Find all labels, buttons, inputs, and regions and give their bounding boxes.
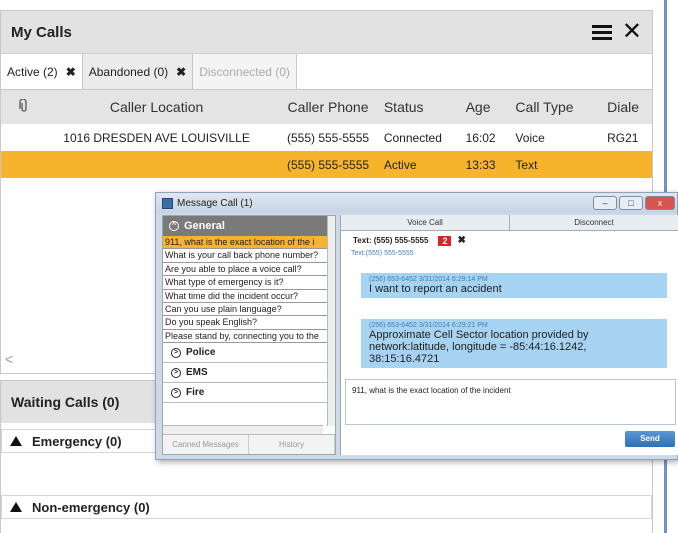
- cell-phone: (555) 555-5555: [286, 130, 370, 145]
- category-fire-label: Fire: [186, 387, 205, 399]
- tab-disconnected[interactable]: Disconnected (0): [193, 54, 297, 89]
- category-ems[interactable]: > EMS: [163, 363, 335, 384]
- conversation-tab[interactable]: Text: (555) 555-5555 2 ✖: [341, 231, 678, 250]
- message-bubble: (256) 653-6452 3/31/2014 6:29:21 PM Appr…: [361, 319, 667, 368]
- horizontal-scrollbar[interactable]: [163, 425, 323, 434]
- my-calls-header: My Calls ✕: [1, 11, 652, 54]
- window-app-icon: [162, 197, 173, 209]
- window-close-icon[interactable]: x: [645, 196, 675, 210]
- category-police[interactable]: > Police: [163, 343, 335, 364]
- category-police-label: Police: [186, 347, 216, 359]
- cell-dialer: RG21: [607, 130, 639, 145]
- emergency-group-label: Emergency (0): [32, 433, 122, 449]
- message-window-titlebar[interactable]: Message Call (1) – □ x: [156, 193, 677, 213]
- cell-type: Text: [515, 157, 538, 172]
- col-age[interactable]: Age: [466, 99, 516, 115]
- left-bottom-tabs: Canned Messages History: [163, 434, 335, 454]
- canned-messages-panel: ^ General 911, what is the exact locatio…: [162, 215, 336, 455]
- table-row[interactable]: (555) 555-5555 Active 13:33 Text: [1, 151, 652, 178]
- message-text: I want to report an accident: [369, 283, 502, 295]
- cell-status: Active: [383, 157, 417, 172]
- cell-status: Connected: [383, 130, 442, 145]
- canned-message-item[interactable]: What time did the incident occur?: [163, 290, 335, 303]
- waiting-calls-title: Waiting Calls (0): [11, 394, 120, 410]
- conversation-close-icon[interactable]: ✖: [457, 235, 465, 246]
- tab-canned-messages[interactable]: Canned Messages: [163, 435, 249, 454]
- tab-history[interactable]: History: [249, 435, 335, 454]
- cell-age: 13:33: [465, 157, 496, 172]
- message-meta: (256) 653-6452 3/31/2014 6:29:14 PM: [369, 276, 488, 283]
- send-button[interactable]: Send: [625, 431, 675, 447]
- category-ems-label: EMS: [186, 367, 208, 379]
- category-fire[interactable]: > Fire: [163, 383, 335, 404]
- message-bubble: (256) 653-6452 3/31/2014 6:29:14 PM I wa…: [361, 273, 667, 298]
- canned-message-item[interactable]: 911, what is the exact location of the i: [163, 236, 335, 250]
- expand-circle-icon[interactable]: >: [171, 347, 181, 358]
- tab-active-label: Active (2): [7, 64, 58, 79]
- tab-active[interactable]: Active (2) ✖: [1, 54, 83, 89]
- cell-phone: (555) 555-5555: [286, 157, 370, 172]
- unread-badge: 2: [438, 235, 452, 246]
- general-section-label: General: [184, 220, 225, 232]
- expand-circle-icon[interactable]: >: [171, 367, 181, 378]
- canned-message-item[interactable]: Please stand by, connecting you to the: [163, 330, 335, 344]
- tab-abandoned-close-icon[interactable]: ✖: [176, 65, 186, 79]
- calls-table-header: Caller Location Caller Phone Status Age …: [1, 90, 652, 124]
- disconnect-button[interactable]: Disconnect: [510, 215, 678, 230]
- call-action-tabs: Voice Call Disconnect: [341, 215, 678, 231]
- cell-age: 16:02: [465, 130, 496, 145]
- non-emergency-group-label: Non-emergency (0): [32, 499, 150, 515]
- tab-disconnected-label: Disconnected (0): [199, 64, 290, 79]
- collapse-circle-icon[interactable]: ^: [169, 221, 179, 231]
- general-section-header[interactable]: ^ General: [163, 216, 335, 236]
- close-icon[interactable]: ✕: [622, 20, 642, 44]
- message-meta: (256) 653-6452 3/31/2014 6:29:21 PM: [369, 322, 488, 329]
- voice-call-button[interactable]: Voice Call: [341, 215, 510, 230]
- cell-type: Voice: [515, 130, 545, 145]
- canned-message-item[interactable]: Are you able to place a voice call?: [163, 263, 335, 277]
- conversation-subheader: Text:(555) 555-5555: [351, 250, 414, 257]
- paperclip-icon[interactable]: [1, 97, 41, 116]
- call-tabs: Active (2) ✖ Abandoned (0) ✖ Disconnecte…: [1, 54, 652, 90]
- conversation-tab-label: Text: (555) 555-5555: [353, 236, 429, 245]
- minimize-icon[interactable]: –: [593, 196, 617, 210]
- tab-abandoned[interactable]: Abandoned (0) ✖: [82, 54, 194, 89]
- compose-input[interactable]: 911, what is the exact location of the i…: [345, 379, 676, 425]
- canned-message-item[interactable]: What type of emergency is it?: [163, 276, 335, 290]
- scroll-left-icon[interactable]: <: [5, 351, 13, 367]
- tab-strip-filler: [296, 54, 652, 89]
- canned-message-item[interactable]: Can you use plain language?: [163, 303, 335, 317]
- conversation-panel: Voice Call Disconnect Text: (555) 555-55…: [340, 215, 678, 455]
- canned-message-item[interactable]: What is your call back phone number?: [163, 249, 335, 263]
- menu-icon[interactable]: [591, 24, 612, 40]
- table-row[interactable]: 1016 DRESDEN AVE LOUISVILLE (555) 555-55…: [1, 124, 652, 151]
- col-dialer[interactable]: Diale: [607, 99, 652, 115]
- cell-location: 1016 DRESDEN AVE LOUISVILLE: [63, 130, 250, 145]
- col-status[interactable]: Status: [384, 99, 466, 115]
- message-call-window: Message Call (1) – □ x ^ General 911, wh…: [155, 192, 678, 460]
- message-window-title: Message Call (1): [177, 197, 253, 209]
- vertical-scrollbar[interactable]: [327, 216, 335, 426]
- col-caller-location[interactable]: Caller Location: [41, 99, 272, 115]
- message-text: Approximate Cell Sector location provide…: [369, 329, 589, 365]
- tab-active-close-icon[interactable]: ✖: [66, 65, 76, 79]
- tab-abandoned-label: Abandoned (0): [88, 64, 169, 79]
- collapse-triangle-icon[interactable]: [10, 502, 22, 512]
- non-emergency-group[interactable]: Non-emergency (0): [1, 495, 652, 519]
- col-call-type[interactable]: Call Type: [515, 99, 607, 115]
- col-caller-phone[interactable]: Caller Phone: [272, 99, 384, 115]
- canned-message-item[interactable]: Do you speak English?: [163, 316, 335, 330]
- collapse-triangle-icon[interactable]: [10, 436, 22, 446]
- expand-circle-icon[interactable]: >: [171, 387, 181, 398]
- maximize-icon[interactable]: □: [619, 196, 643, 210]
- my-calls-title: My Calls: [11, 23, 72, 41]
